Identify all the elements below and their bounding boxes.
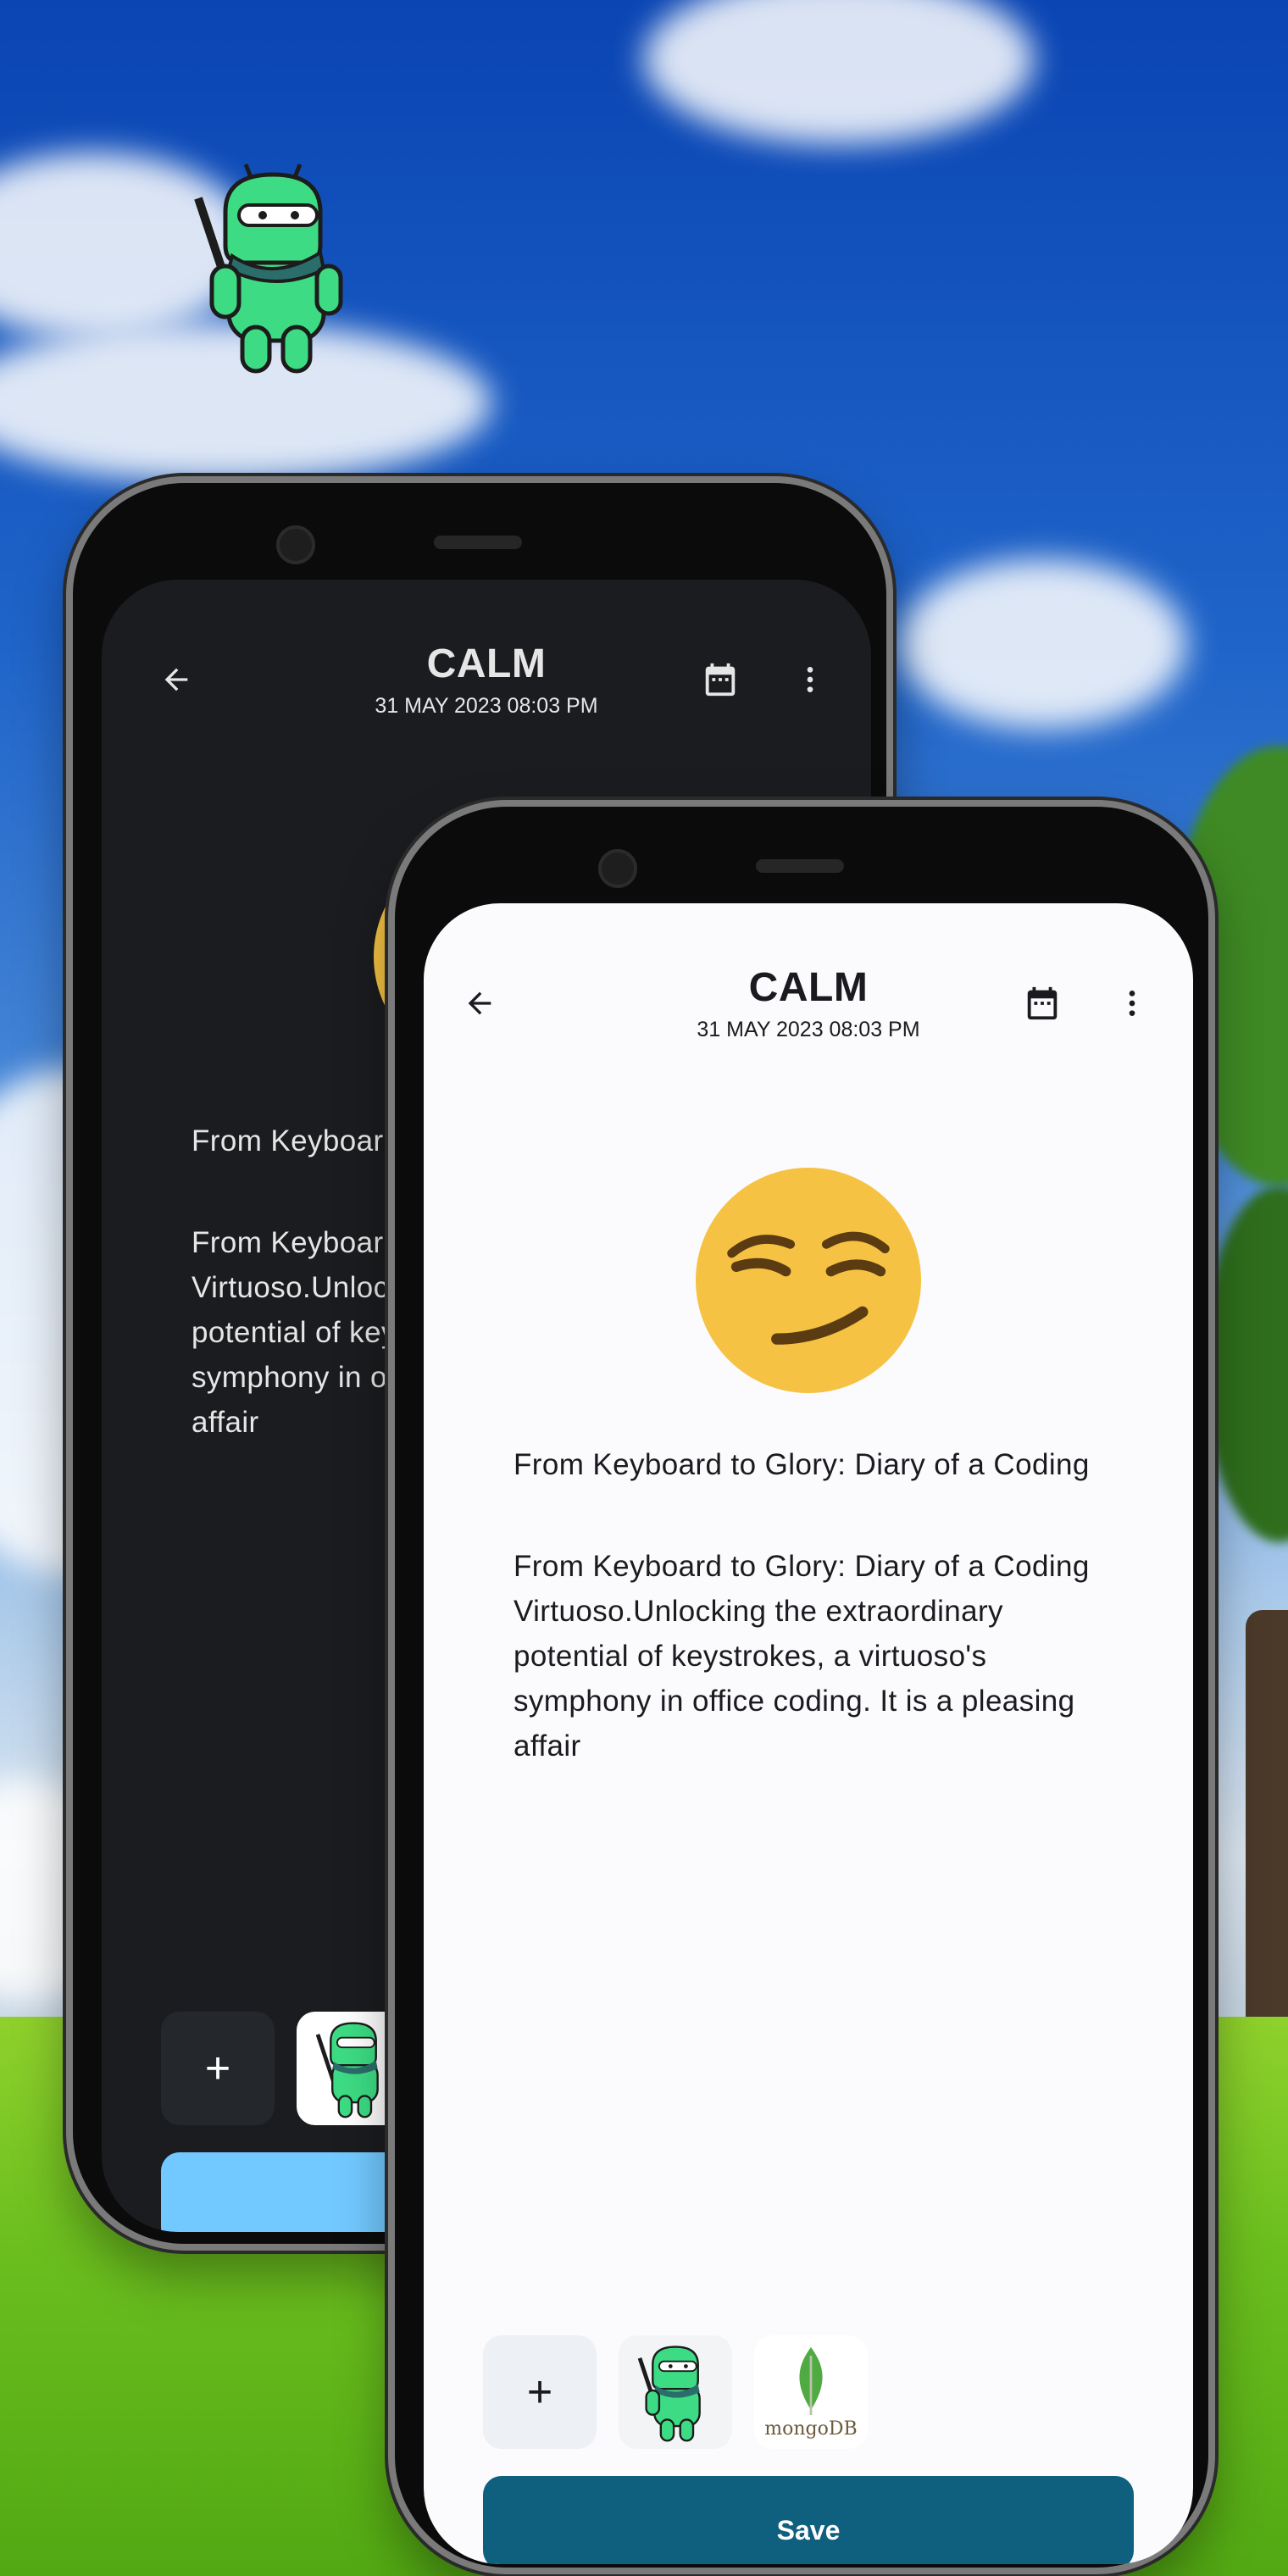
android-ninja-mascot — [188, 158, 358, 381]
earpiece-speaker — [434, 536, 522, 549]
calendar-icon — [705, 663, 736, 697]
mongodb-leaf-icon — [799, 2346, 823, 2415]
calendar-button[interactable] — [690, 649, 751, 710]
front-camera — [276, 525, 315, 564]
front-camera — [598, 849, 637, 888]
calendar-icon — [1027, 986, 1058, 1020]
page-title: CALM — [426, 641, 547, 686]
page-title: CALM — [748, 965, 869, 1010]
title-block: CALM 31 MAY 2023 08:03 PM — [102, 641, 871, 719]
entry-datetime: 31 MAY 2023 08:03 PM — [697, 1018, 920, 1041]
add-attachment-button[interactable]: + — [161, 2012, 275, 2125]
title-block: CALM 31 MAY 2023 08:03 PM — [424, 964, 1193, 1042]
entry-body[interactable]: From Keyboard to Glory: Diary of a Codin… — [514, 1544, 1124, 1768]
mood-emoji[interactable] — [696, 1168, 921, 1393]
cloud — [898, 559, 1186, 729]
mongodb-logo-thumbnail[interactable]: mongoDB — [754, 2335, 868, 2449]
attachments-row: + — [161, 2012, 410, 2125]
more-options-button[interactable] — [1102, 973, 1163, 1034]
top-app-bar: CALM 31 MAY 2023 08:03 PM — [102, 639, 871, 749]
phone-frame-light: CALM 31 MAY 2023 08:03 PM From Keyboard … — [388, 800, 1215, 2574]
more-vert-icon — [807, 667, 813, 692]
earpiece-speaker — [756, 859, 844, 873]
android-mascot-icon — [637, 2346, 701, 2442]
add-attachment-button[interactable]: + — [483, 2335, 597, 2449]
calendar-button[interactable] — [1012, 973, 1073, 1034]
android-mascot-icon — [315, 2022, 379, 2118]
app-screen-light: CALM 31 MAY 2023 08:03 PM From Keyboard … — [424, 903, 1193, 2564]
smirking-face-icon — [696, 1168, 921, 1393]
save-button[interactable]: Save — [483, 2476, 1134, 2564]
more-options-button[interactable] — [780, 649, 841, 710]
entry-heading[interactable]: From Keyboard to Glory: Diary of a Codin… — [514, 1442, 1124, 1487]
top-app-bar: CALM 31 MAY 2023 08:03 PM — [424, 963, 1193, 1073]
more-vert-icon — [1129, 991, 1135, 1016]
plus-icon: + — [526, 2368, 553, 2417]
android-mascot-thumbnail[interactable] — [619, 2335, 732, 2449]
plus-icon: + — [204, 2044, 231, 2093]
mongodb-logo-text: mongoDB — [764, 2418, 858, 2440]
attachments-row: + mongoDB — [483, 2335, 868, 2449]
entry-datetime: 31 MAY 2023 08:03 PM — [375, 694, 598, 718]
